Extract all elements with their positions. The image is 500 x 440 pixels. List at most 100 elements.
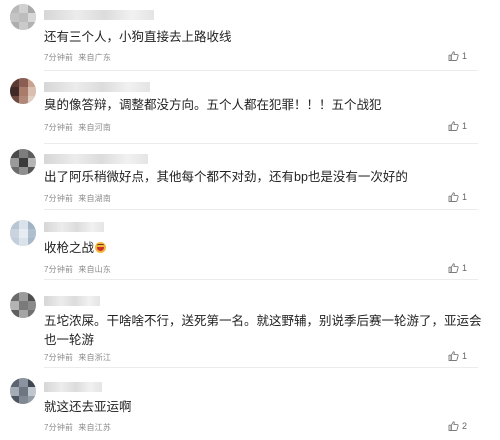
avatar-mosaic-cell [28, 292, 36, 301]
comment-location: 来自河南 [78, 123, 112, 132]
comment-text: 就这还去亚运啊 [44, 400, 132, 414]
comment-meta: 7分钟前 来自浙江 [44, 352, 111, 363]
divider [44, 70, 478, 71]
thumbs-up-icon [448, 121, 459, 131]
comment-text: 臭的像答辩，调整都没方向。五个人都在犯罪！！！五个战犯 [44, 98, 382, 112]
like-button[interactable]: 1 [448, 263, 467, 273]
thumbs-up-icon [448, 351, 459, 361]
comment-time: 7分钟前 [44, 194, 74, 203]
avatar-mosaic-cell [10, 149, 19, 158]
comment-text: 出了阿乐稍微好点，其他每个都不对劲，还有bp也是没有一次好的 [44, 170, 408, 184]
comment-location: 来自山东 [78, 265, 112, 274]
avatar-mosaic-cell [19, 22, 28, 30]
avatar[interactable] [10, 4, 36, 30]
avatar-mosaic-cell [28, 396, 36, 404]
avatar-mosaic-cell [19, 387, 28, 396]
laughing-emoji-icon [95, 242, 107, 253]
like-count: 1 [461, 351, 467, 361]
username-blurred[interactable] [44, 10, 154, 20]
avatar-mosaic-cell [28, 4, 36, 13]
comment-text-content: 收枪之战 [44, 241, 95, 255]
avatar-mosaic-cell [10, 301, 19, 310]
like-button[interactable]: 1 [448, 121, 467, 131]
avatar-mosaic-cell [28, 220, 36, 229]
username-blurred[interactable] [44, 222, 104, 232]
comment-meta: 7分钟前 来自江苏 [44, 422, 111, 433]
comment-location: 来自浙江 [78, 353, 112, 362]
avatar-mosaic-cell [28, 13, 36, 22]
comment-item: 还有三个人，小狗直接去上路收线 7分钟前 来自广东 1 [0, 0, 500, 72]
avatar-mosaic-cell [19, 229, 28, 238]
like-count: 2 [461, 421, 467, 431]
comment-meta: 7分钟前 来自湖南 [44, 193, 111, 204]
like-button[interactable]: 1 [448, 51, 467, 61]
avatar-mosaic-cell [28, 310, 36, 318]
comment-text: 收枪之战 [44, 239, 480, 258]
comment-item: 收枪之战 7分钟前 来自山东 1 [0, 210, 500, 280]
thumbs-up-icon [448, 51, 459, 61]
like-button[interactable]: 1 [448, 192, 467, 202]
comment-time: 7分钟前 [44, 53, 74, 62]
avatar-mosaic-cell [19, 310, 28, 318]
avatar-mosaic-cell [28, 238, 36, 246]
username-blurred[interactable] [44, 154, 148, 164]
comment-text: 五坨浓屎。干啥啥不行，送死第一名。就这野辅，别说季后赛一轮游了，亚运会也一轮游 [44, 314, 482, 347]
username-blurred[interactable] [44, 82, 150, 92]
like-count: 1 [461, 263, 467, 273]
avatar[interactable] [10, 220, 36, 246]
avatar-mosaic-cell [19, 149, 28, 158]
avatar-mosaic-cell [19, 167, 28, 175]
avatar-mosaic-cell [19, 301, 28, 310]
avatar-mosaic-cell [10, 22, 19, 30]
avatar-mosaic-cell [19, 4, 28, 13]
like-count: 1 [461, 192, 467, 202]
avatar[interactable] [10, 149, 36, 175]
thumbs-up-icon [448, 263, 459, 273]
comment-location: 来自湖南 [78, 194, 112, 203]
avatar-mosaic-cell [28, 158, 36, 167]
avatar-mosaic-cell [28, 301, 36, 310]
avatar[interactable] [10, 292, 36, 318]
comment-meta: 7分钟前 来自广东 [44, 52, 111, 63]
username-blurred[interactable] [44, 296, 100, 306]
like-count: 1 [461, 51, 467, 61]
avatar-mosaic-cell [28, 87, 36, 96]
avatar-mosaic-cell [19, 78, 28, 87]
comment-time: 7分钟前 [44, 353, 74, 362]
avatar-mosaic-cell [10, 238, 19, 246]
avatar-mosaic-cell [28, 22, 36, 30]
comment-time: 7分钟前 [44, 123, 74, 132]
avatar-mosaic-cell [10, 167, 19, 175]
comment-location: 来自江苏 [78, 423, 112, 432]
avatar-mosaic-cell [19, 87, 28, 96]
comment-text: 还有三个人，小狗直接去上路收线 [44, 30, 232, 44]
avatar-mosaic-cell [19, 96, 28, 104]
avatar-mosaic-cell [10, 378, 19, 387]
comment-location: 来自广东 [78, 53, 112, 62]
comment-item: 臭的像答辩，调整都没方向。五个人都在犯罪！！！五个战犯 7分钟前 来自河南 1 [0, 72, 500, 144]
avatar-mosaic-cell [28, 78, 36, 87]
avatar[interactable] [10, 378, 36, 404]
thumbs-up-icon [448, 421, 459, 431]
avatar-mosaic-cell [10, 13, 19, 22]
username-blurred[interactable] [44, 382, 102, 392]
comment-list: 还有三个人，小狗直接去上路收线 7分钟前 来自广东 1 臭的像答辩，调整都没方向。… [0, 0, 500, 440]
avatar-mosaic-cell [10, 158, 19, 167]
comment-time: 7分钟前 [44, 265, 74, 274]
like-count: 1 [461, 121, 467, 131]
avatar-mosaic-cell [19, 238, 28, 246]
comment-item: 就这还去亚运啊 7分钟前 来自江苏 2 [0, 368, 500, 440]
comment-time: 7分钟前 [44, 423, 74, 432]
thumbs-up-icon [448, 192, 459, 202]
avatar-mosaic-cell [28, 96, 36, 104]
avatar-mosaic-cell [19, 378, 28, 387]
like-button[interactable]: 1 [448, 351, 467, 361]
avatar-mosaic-cell [10, 310, 19, 318]
avatar-mosaic-cell [10, 387, 19, 396]
avatar-mosaic-cell [28, 167, 36, 175]
avatar-mosaic-cell [10, 96, 19, 104]
avatar-mosaic-cell [10, 220, 19, 229]
avatar[interactable] [10, 78, 36, 104]
like-button[interactable]: 2 [448, 421, 467, 431]
avatar-mosaic-cell [28, 378, 36, 387]
